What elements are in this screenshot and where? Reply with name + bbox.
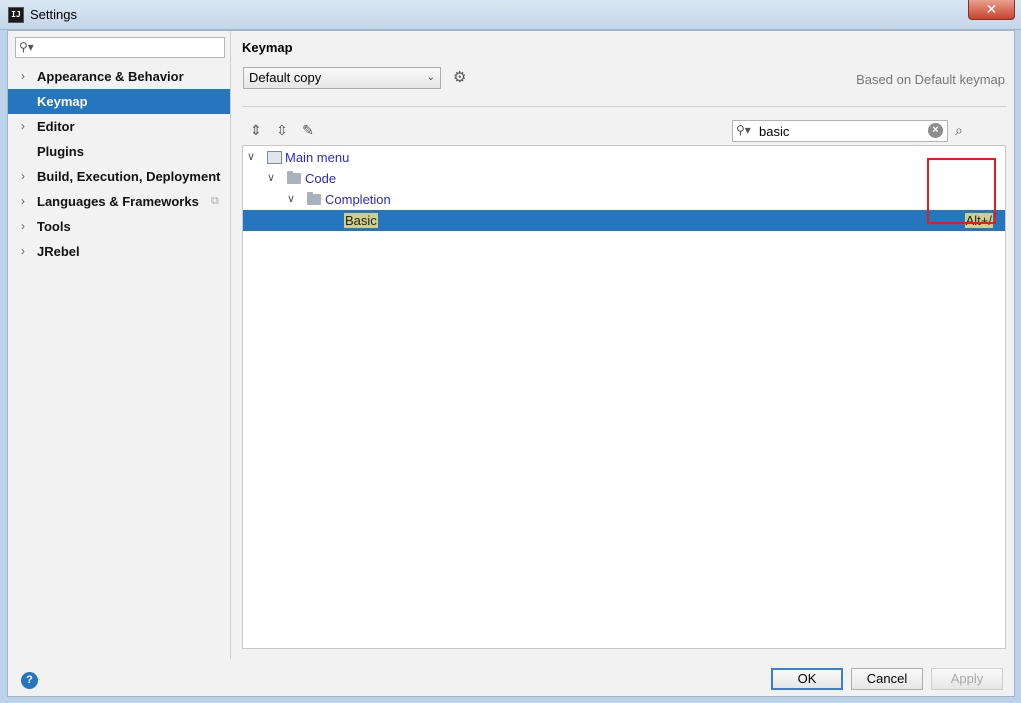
intellij-app-icon: IJ bbox=[8, 7, 24, 23]
edit-pencil-icon[interactable]: ✎ bbox=[299, 121, 317, 139]
tree-row-code[interactable]: ∨ Code bbox=[243, 168, 1005, 189]
sidebar-item-languages-frameworks[interactable]: › Languages & Frameworks ⧉ bbox=[8, 189, 230, 214]
red-annotation-box bbox=[927, 158, 996, 224]
tree-row-basic[interactable]: Basic Alt+/ bbox=[243, 210, 1005, 231]
ok-button[interactable]: OK bbox=[771, 668, 843, 690]
divider bbox=[243, 106, 1007, 107]
cancel-button[interactable]: Cancel bbox=[851, 668, 923, 690]
sidebar-item-label: Editor bbox=[37, 119, 75, 134]
keymap-select-value: Default copy bbox=[249, 70, 322, 85]
folder-icon bbox=[307, 192, 321, 205]
keymap-select[interactable]: Default copy ⌄ bbox=[243, 67, 441, 89]
tree-row-main-menu[interactable]: ∨ Main menu bbox=[243, 147, 1005, 168]
search-icon: ⚲▾ bbox=[736, 123, 751, 137]
title-bar: IJ Settings ✕ bbox=[0, 0, 1021, 30]
keymap-actions-tree: ∨ Main menu ∨ Code ∨ Completion Basic Al… bbox=[242, 145, 1006, 649]
sidebar-item-label: Keymap bbox=[37, 94, 88, 109]
chevron-right-icon: › bbox=[21, 244, 25, 258]
sidebar-item-appearance-behavior[interactable]: › Appearance & Behavior bbox=[8, 64, 230, 89]
main-menu-icon bbox=[267, 151, 282, 164]
chevron-right-icon: › bbox=[21, 169, 25, 183]
tree-row-completion[interactable]: ∨ Completion bbox=[243, 189, 1005, 210]
sidebar-item-build-execution-deployment[interactable]: › Build, Execution, Deployment bbox=[8, 164, 230, 189]
sidebar-item-editor[interactable]: › Editor bbox=[8, 114, 230, 139]
chevron-down-icon: ∨ bbox=[287, 193, 296, 205]
chevron-right-icon: › bbox=[21, 119, 25, 133]
sidebar-item-label: Tools bbox=[37, 219, 71, 234]
settings-nav: › Appearance & Behavior Keymap › Editor … bbox=[8, 64, 230, 264]
settings-search-input[interactable]: ⚲▾ bbox=[15, 37, 225, 58]
find-by-shortcut-icon[interactable]: ⌕ bbox=[955, 121, 973, 139]
tree-row-label: Basic bbox=[344, 210, 378, 231]
collapse-all-icon[interactable]: ⇳ bbox=[273, 121, 291, 139]
sidebar-item-plugins[interactable]: Plugins bbox=[8, 139, 230, 164]
sidebar-item-keymap[interactable]: Keymap bbox=[8, 89, 230, 114]
folder-icon bbox=[287, 171, 301, 184]
sidebar-item-tools[interactable]: › Tools bbox=[8, 214, 230, 239]
sidebar-item-label: Appearance & Behavior bbox=[37, 69, 184, 84]
gear-icon[interactable]: ⚙ bbox=[453, 69, 471, 87]
window-title: Settings bbox=[30, 7, 77, 22]
chevron-right-icon: › bbox=[21, 69, 25, 83]
sidebar-item-label: Languages & Frameworks bbox=[37, 194, 199, 209]
sidebar-item-label: Build, Execution, Deployment bbox=[37, 169, 221, 184]
project-settings-icon: ⧉ bbox=[211, 195, 219, 207]
filter-value: basic bbox=[759, 124, 790, 139]
tree-row-label: Completion bbox=[325, 192, 391, 207]
chevron-down-icon: ⌄ bbox=[426, 72, 435, 83]
tree-row-label: Main menu bbox=[285, 150, 350, 165]
close-window-button[interactable]: ✕ bbox=[968, 0, 1015, 20]
chevron-down-icon: ∨ bbox=[267, 172, 276, 184]
settings-sidebar: ⚲▾ › Appearance & Behavior Keymap › Edit… bbox=[8, 31, 231, 659]
sidebar-item-jrebel[interactable]: › JRebel bbox=[8, 239, 230, 264]
help-icon[interactable]: ? bbox=[21, 672, 38, 689]
apply-button[interactable]: Apply bbox=[931, 668, 1003, 690]
sidebar-item-label: JRebel bbox=[37, 244, 80, 259]
keymap-panel: Keymap Default copy ⌄ ⚙ Based on Default… bbox=[241, 31, 1007, 659]
page-title: Keymap bbox=[242, 40, 293, 55]
expand-all-icon[interactable]: ⇕ bbox=[247, 121, 265, 139]
sidebar-item-label: Plugins bbox=[37, 144, 84, 159]
search-icon: ⚲▾ bbox=[19, 40, 34, 54]
tree-row-label: Code bbox=[305, 171, 337, 186]
chevron-right-icon: › bbox=[21, 219, 25, 233]
chevron-down-icon: ∨ bbox=[247, 151, 256, 163]
settings-dialog: ⚲▾ › Appearance & Behavior Keymap › Edit… bbox=[7, 30, 1015, 697]
based-on-label: Based on Default keymap bbox=[856, 72, 1005, 87]
chevron-right-icon: › bbox=[21, 194, 25, 208]
clear-search-icon[interactable]: × bbox=[928, 123, 943, 138]
action-name-highlight: Basic bbox=[344, 213, 378, 228]
keymap-filter-input[interactable]: ⚲▾ basic × bbox=[732, 120, 948, 142]
